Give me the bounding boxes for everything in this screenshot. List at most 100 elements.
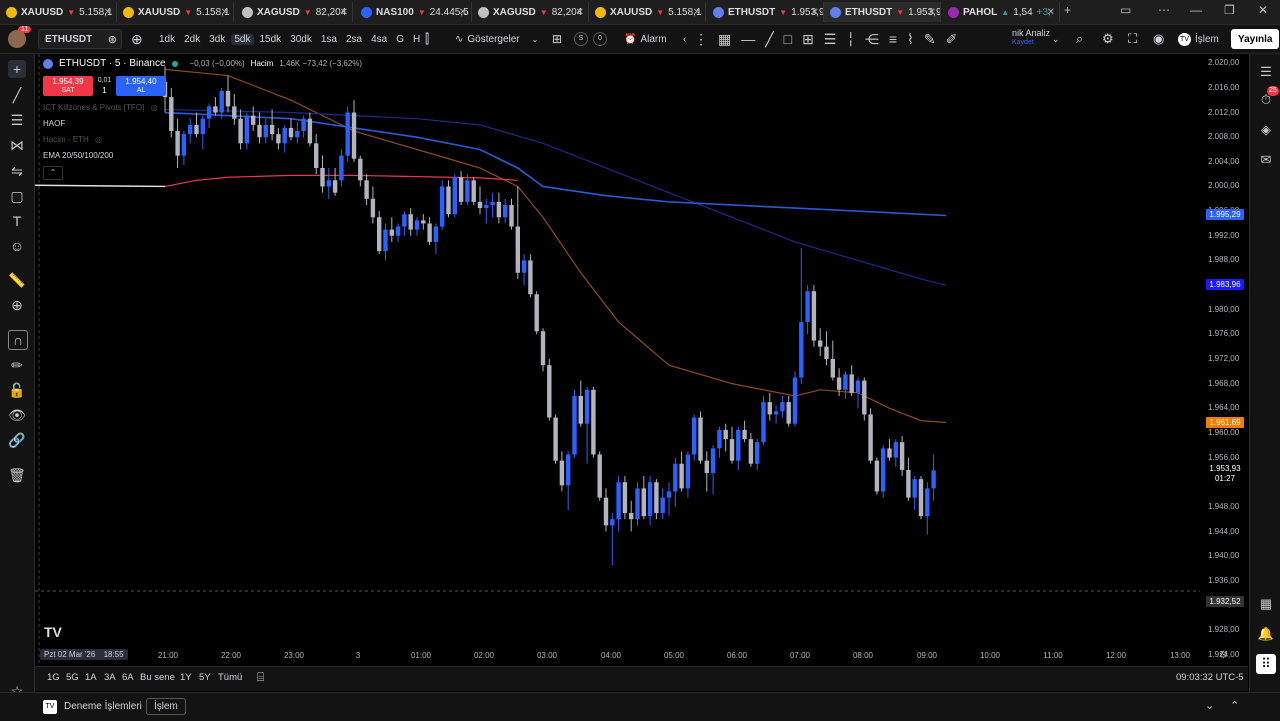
avatar[interactable]: 11 — [8, 26, 32, 49]
browser-tab[interactable]: XAGUSD ▼ 82,204 ✕ — [236, 2, 353, 22]
chat-icon[interactable]: ✉ — [1256, 150, 1276, 170]
tab-close-icon[interactable]: ✕ — [928, 7, 936, 18]
quick-search-icon[interactable]: ⌕ — [1076, 29, 1083, 49]
indicators-button[interactable]: ∿ Göstergeler ⌄ — [455, 29, 538, 49]
notifications-icon[interactable]: 🔔 — [1256, 624, 1276, 644]
range-tümü[interactable]: Tümü — [218, 672, 242, 683]
timeframe-2sa[interactable]: 2sa — [343, 34, 365, 45]
lock-icon[interactable]: 🔓 — [8, 381, 26, 399]
browser-tab[interactable]: XAGUSD ▼ 82,204 ✕ — [472, 2, 589, 22]
vertical-line-icon[interactable]: ╎ — [846, 31, 854, 48]
shape-tool-icon[interactable]: ▢ — [8, 187, 26, 205]
eye-hidden-icon[interactable]: ◎ — [150, 103, 157, 112]
browser-tab[interactable]: ETHUSDT ▼ 1.953,9 ✕ — [824, 2, 941, 22]
browser-tab[interactable]: XAUUSD ▼ 5.158,1 ✕ — [117, 2, 234, 22]
alarm-button[interactable]: ⏰ Alarm — [624, 29, 667, 49]
brush-icon[interactable]: ✎ — [924, 31, 936, 48]
indicator-ema[interactable]: EMA 20/50/100/200 — [43, 151, 113, 160]
timeframe-2dk[interactable]: 2dk — [181, 34, 203, 45]
prediction-tool-icon[interactable]: ⇋ — [8, 162, 26, 180]
minimize-button[interactable]: — — [1190, 3, 1202, 17]
table-icon[interactable]: ▦ — [718, 31, 731, 48]
browser-tab[interactable]: PAHOL ▲ 1,54 +3, ✕ — [942, 2, 1060, 22]
compare-add-icon[interactable]: ⊕ — [131, 29, 143, 49]
fib-lines-icon[interactable]: ☰ — [824, 31, 837, 48]
templates-icon[interactable]: ⊞ — [552, 29, 562, 49]
pill-s[interactable]: S — [574, 29, 588, 49]
parallel-channel-icon[interactable]: ≡ — [889, 31, 897, 47]
range-5y[interactable]: 5Y — [199, 672, 211, 683]
timeframe-15dk[interactable]: 15dk — [257, 34, 285, 45]
browser-tab[interactable]: ETHUSDT ▼ 1.953,9 ✕ — [707, 2, 824, 22]
timeframe-1dk[interactable]: 1dk — [156, 34, 178, 45]
watchlist-icon[interactable]: ☰ — [1256, 62, 1276, 82]
price-chart[interactable] — [35, 54, 1200, 664]
apps-grid-icon[interactable]: ⠿ — [1256, 654, 1276, 674]
close-window-button[interactable]: ✕ — [1258, 3, 1268, 17]
indicator-ict[interactable]: ICT Killzones & Pivots [TFO] ◎ — [43, 103, 157, 112]
horizontal-line-icon[interactable]: — — [741, 31, 755, 47]
tab-close-icon[interactable]: ✕ — [104, 7, 112, 18]
pitchfork-icon[interactable]: ⋲ — [865, 31, 879, 48]
ruler-icon[interactable]: 📏 — [8, 271, 26, 289]
trend-line-tool-icon[interactable]: ╱ — [8, 86, 26, 104]
timeframe-5dk[interactable]: 5dk — [231, 33, 254, 45]
trade-button[interactable]: İşlem — [146, 698, 186, 715]
indicator-haof[interactable]: HAOF — [43, 119, 65, 128]
browser-tab[interactable]: NAS100 ▼ 24.445,5 ✕ — [355, 2, 472, 22]
sell-button[interactable]: 1.954,39 SAT — [43, 76, 93, 96]
trade-top-button[interactable]: TV İşlem — [1178, 29, 1219, 49]
eye-hidden-icon[interactable]: ◎ — [95, 135, 102, 144]
layout-chevron-icon[interactable]: ⌄ — [1052, 29, 1060, 49]
emoji-tool-icon[interactable]: ☺ — [8, 237, 26, 255]
date-range-picker-icon[interactable]: ⌸ — [257, 670, 264, 685]
maximize-button[interactable]: ❐ — [1224, 3, 1235, 17]
symbol-info-icon[interactable]: ⊛ — [108, 33, 117, 46]
tab-close-icon[interactable]: ✕ — [340, 7, 348, 18]
browser-tab[interactable]: XAUUSD ▼ 5.158,1 ✕ — [0, 2, 117, 22]
calendar-icon[interactable]: ▦ — [1256, 594, 1276, 614]
symbol-search[interactable]: ETHUSDT ⊛ — [38, 29, 122, 49]
analysis-save[interactable]: nik Analiz Kaydet — [1012, 28, 1050, 48]
layers-icon[interactable]: ◈ — [1256, 120, 1276, 140]
pen-icon[interactable]: ✐ — [946, 31, 958, 48]
paper-trading-label[interactable]: Deneme İşlemleri — [64, 701, 142, 712]
collapse-panel-icon[interactable]: ⌄ — [1205, 699, 1214, 712]
maximize-panel-icon[interactable]: ⌃ — [1230, 699, 1239, 712]
tab-close-icon[interactable]: ✕ — [221, 7, 229, 18]
fib-tool-icon[interactable]: ☰ — [8, 111, 26, 129]
camera-icon[interactable]: ◉ — [1153, 29, 1164, 49]
timeframe-G[interactable]: G — [393, 34, 407, 45]
buy-button[interactable]: 1.954,40 AL — [116, 76, 166, 96]
legend-title[interactable]: ETHUSDT · 5 · Binance — [59, 58, 166, 69]
timeframe-H[interactable]: H — [410, 34, 423, 45]
fullscreen-icon[interactable]: ⛶ — [1128, 29, 1137, 49]
timeframe-4sa[interactable]: 4sa — [368, 34, 390, 45]
chevron-left-icon[interactable]: ‹ — [683, 29, 686, 49]
pill-0[interactable]: 0 — [593, 29, 607, 49]
indicator-volume[interactable]: Hacim - ETH ◎ — [43, 135, 102, 144]
link-icon[interactable]: 🔗 — [8, 431, 26, 449]
tab-close-icon[interactable]: ✕ — [811, 7, 819, 18]
pattern-tool-icon[interactable]: ⋈ — [8, 136, 26, 154]
grid-icon[interactable]: ⋮ — [694, 31, 708, 48]
clock-label[interactable]: 09:03:32 UTC-5 — [1176, 672, 1244, 683]
magnet-icon[interactable]: ∩ — [8, 330, 28, 350]
text-tool-icon[interactable]: T — [8, 212, 26, 230]
tab-close-icon[interactable]: ✕ — [693, 7, 701, 18]
tab-close-icon[interactable]: ✕ — [576, 7, 584, 18]
layout-icon[interactable]: ▭ — [1120, 3, 1131, 17]
fib-grid-icon[interactable]: ⊞ — [802, 31, 814, 48]
path-icon[interactable]: ⌇ — [907, 31, 914, 48]
timeframe-30dk[interactable]: 30dk — [287, 34, 315, 45]
range-1a[interactable]: 1A — [85, 672, 97, 683]
timeframe-3dk[interactable]: 3dk — [206, 34, 228, 45]
timeframe-1sa[interactable]: 1sa — [318, 34, 340, 45]
trend-line-icon[interactable]: ╱ — [765, 31, 773, 48]
stay-drawing-icon[interactable]: ✏ — [8, 356, 26, 374]
alerts-icon[interactable]: ⏱ 25 — [1256, 86, 1279, 110]
settings-icon[interactable]: ⚙ — [1102, 29, 1114, 49]
trash-icon[interactable]: 🗑 — [8, 466, 26, 484]
range-1g[interactable]: 1G — [47, 672, 60, 683]
qty-value[interactable]: 1 — [96, 86, 113, 96]
